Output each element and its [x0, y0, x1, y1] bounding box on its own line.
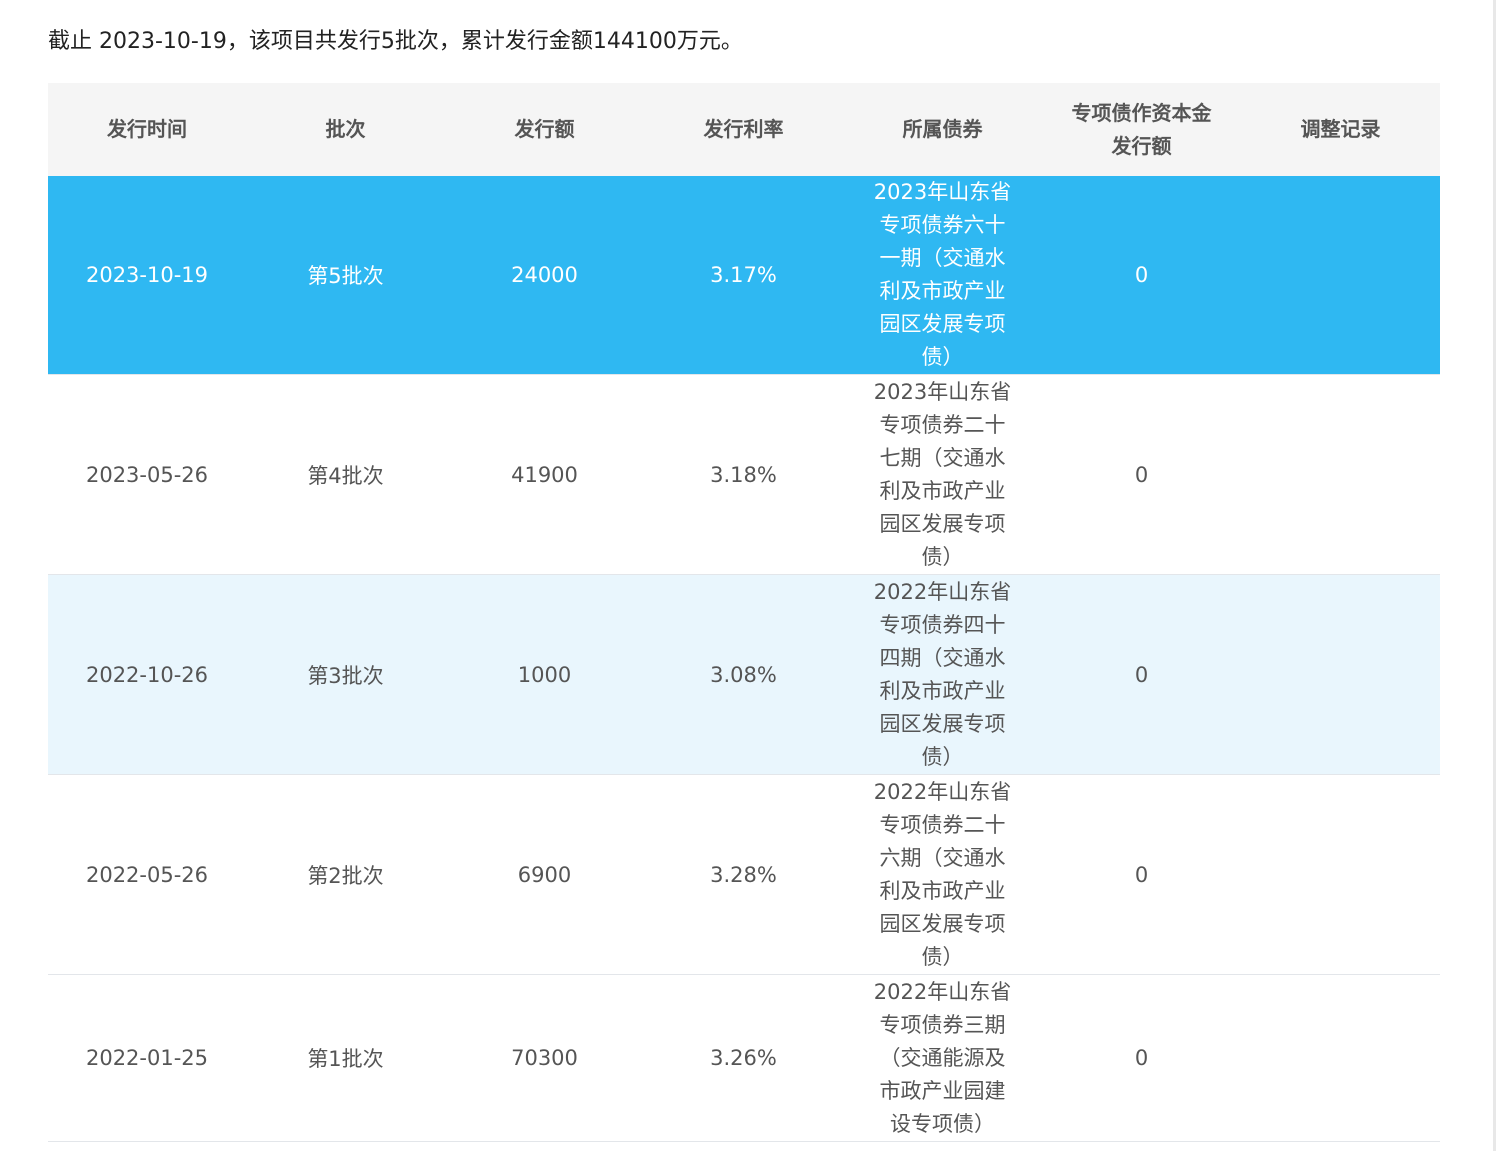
cell-capital: 0	[1134, 1046, 1149, 1070]
bond-name: 2022年山东省专项债券二十六期（交通水利及市政产业园区发展专项债）	[873, 779, 1012, 969]
cell-batch: 第3批次	[307, 663, 384, 688]
header-capital-label: 专项债作资本金发行额	[1071, 100, 1212, 158]
page: 截止 2023-10-19，该项目共发行5批次，累计发行金额144100万元。 …	[0, 0, 1496, 1151]
bond-name: 2023年山东省专项债券六十一期（交通水利及市政产业园区发展专项债）	[873, 180, 1012, 369]
cell-date: 2022-01-25	[85, 1046, 209, 1070]
cell-date: 2022-10-26	[85, 662, 209, 687]
cell-adjust	[1241, 975, 1440, 1141]
bond-name: 2022年山东省专项债券三期（交通能源及市政产业园建设专项债）	[873, 979, 1012, 1136]
cell-bond: 2022年山东省专项债券二十六期（交通水利及市政产业园区发展专项债）	[843, 775, 1042, 974]
cell-adjust	[1241, 575, 1440, 774]
issuance-summary: 截止 2023-10-19，该项目共发行5批次，累计发行金额144100万元。	[48, 29, 743, 54]
cell-bond: 2022年山东省专项债券四十四期（交通水利及市政产业园区发展专项债）	[843, 575, 1042, 774]
header-adjust: 调整记录	[1300, 117, 1381, 141]
cell-batch: 第4批次	[307, 463, 384, 488]
cell-date: 2023-05-26	[85, 462, 209, 487]
table-row[interactable]: 2023-05-26 第4批次 41900 3.18% 2023年山东省专项债券…	[48, 375, 1440, 575]
bond-name: 2022年山东省专项债券四十四期（交通水利及市政产业园区发展专项债）	[873, 579, 1012, 769]
cell-capital: 0	[1134, 462, 1149, 487]
cell-amount: 70300	[511, 1046, 578, 1070]
table-row[interactable]: 2022-05-26 第2批次 6900 3.28% 2022年山东省专项债券二…	[48, 775, 1440, 975]
cell-capital: 0	[1134, 263, 1149, 287]
cell-date: 2023-10-19	[85, 263, 209, 287]
cell-capital: 0	[1134, 662, 1149, 687]
cell-batch: 第2批次	[307, 863, 384, 888]
table-row[interactable]: 2022-01-25 第1批次 70300 3.26% 2022年山东省专项债券…	[48, 975, 1440, 1142]
table-row[interactable]: 2023-10-19 第5批次 24000 3.17% 2023年山东省专项债券…	[48, 176, 1440, 375]
issuance-table: 发行时间 批次 发行额 发行利率 所属债券 专项债作资本金发行额 调整记录 20…	[48, 83, 1440, 1142]
header-amount: 发行额	[514, 117, 575, 141]
cell-bond: 2023年山东省专项债券六十一期（交通水利及市政产业园区发展专项债）	[843, 176, 1042, 374]
cell-amount: 24000	[511, 263, 578, 287]
cell-rate: 3.08%	[710, 662, 777, 687]
header-bond: 所属债券	[902, 117, 983, 141]
cell-rate: 3.26%	[710, 1046, 777, 1070]
cell-bond: 2023年山东省专项债券二十七期（交通水利及市政产业园区发展专项债）	[843, 375, 1042, 574]
bond-name: 2023年山东省专项债券二十七期（交通水利及市政产业园区发展专项债）	[873, 379, 1012, 569]
cell-adjust	[1241, 176, 1440, 374]
cell-capital: 0	[1134, 862, 1149, 887]
cell-batch: 第1批次	[307, 1047, 384, 1071]
header-rate: 发行利率	[703, 117, 784, 141]
cell-adjust	[1241, 775, 1440, 974]
cell-amount: 6900	[517, 862, 572, 887]
header-capital: 专项债作资本金发行额	[1042, 83, 1241, 176]
cell-amount: 1000	[517, 662, 572, 687]
cell-rate: 3.28%	[710, 862, 777, 887]
header-date: 发行时间	[107, 117, 187, 141]
table-header: 发行时间 批次 发行额 发行利率 所属债券 专项债作资本金发行额 调整记录	[48, 83, 1440, 176]
cell-rate: 3.17%	[710, 263, 777, 287]
header-batch: 批次	[325, 117, 366, 141]
cell-batch: 第5批次	[307, 264, 384, 288]
cell-amount: 41900	[511, 462, 578, 487]
cell-adjust	[1241, 375, 1440, 574]
cell-rate: 3.18%	[710, 462, 777, 487]
cell-date: 2022-05-26	[85, 862, 209, 887]
cell-bond: 2022年山东省专项债券三期（交通能源及市政产业园建设专项债）	[843, 975, 1042, 1141]
table-row[interactable]: 2022-10-26 第3批次 1000 3.08% 2022年山东省专项债券四…	[48, 575, 1440, 775]
